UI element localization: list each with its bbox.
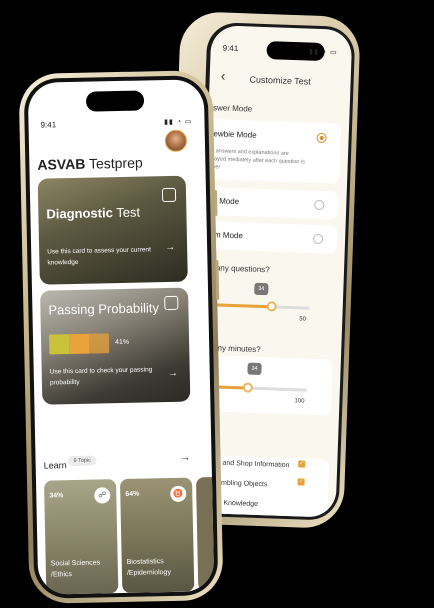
topic-name: Social Sciences /Ethics — [50, 559, 101, 579]
status-icons: ▮▮ ◔ ▭ — [164, 118, 193, 127]
option-description: rrect answers and explanations are displ… — [202, 148, 306, 171]
side-button — [213, 189, 218, 217]
status-icons: ▮▮ ◔ ▭ — [309, 48, 338, 57]
card-title: Diagnostic Test — [46, 205, 140, 222]
radio-icon[interactable] — [314, 199, 325, 211]
questions-slider-knob[interactable] — [266, 301, 278, 312]
lungs-icon: ♉ — [170, 485, 187, 503]
card-title-bold: Diagnostic — [46, 205, 114, 222]
passing-progress-bar — [48, 333, 110, 355]
questions-slider-tooltip: 34 — [254, 282, 269, 296]
card-description: Use this card to assess your current kno… — [47, 246, 151, 267]
arrow-right-icon[interactable]: → — [179, 452, 190, 464]
radio-selected-icon[interactable] — [316, 132, 327, 144]
answer-mode-heading: nswer Mode — [208, 103, 253, 114]
app-title: ASVAB Testprep — [37, 155, 143, 173]
card-description: Use this card to check your passing prob… — [49, 366, 153, 387]
radio-icon[interactable] — [312, 233, 324, 245]
page-title: Customize Test — [249, 74, 311, 87]
minutes-slider-knob[interactable] — [242, 382, 254, 393]
option-newbie-mode[interactable]: Newbie Mode rrect answers and explanatio… — [196, 118, 342, 184]
home-screen: 9:41 ▮▮ ◔ ▭ ASVAB Testprep Diagnostic Te… — [27, 79, 215, 595]
topic-percent: 64% — [125, 490, 140, 498]
arrow-right-icon[interactable]: → — [168, 368, 178, 379]
passing-percent: 41% — [115, 338, 130, 347]
status-time: 9:41 — [222, 43, 239, 54]
front-phone-screen: 9:41 ▮▮ ◔ ▭ ASVAB Testprep Diagnostic Te… — [23, 75, 219, 599]
questions-slider-max: 50 — [299, 316, 307, 323]
arrow-right-icon[interactable]: → — [165, 242, 175, 253]
avatar[interactable] — [164, 129, 188, 153]
option-label: Newbie Mode — [207, 129, 257, 140]
passing-probability-card[interactable]: Passing Probability 41% Use this card to… — [40, 287, 191, 405]
app-title-rest: Testprep — [85, 154, 143, 172]
app-title-bold: ASVAB — [37, 155, 86, 173]
minutes-slider-max: 100 — [294, 398, 305, 405]
checkbox-checked-icon[interactable]: ✓ — [298, 460, 306, 468]
brain-icon: ☍ — [94, 487, 111, 504]
status-time: 9:41 — [40, 120, 57, 130]
front-phone: 9:41 ▮▮ ◔ ▭ ASVAB Testprep Diagnostic Te… — [18, 70, 224, 604]
dynamic-island — [85, 90, 145, 112]
topic-card-biostatistics[interactable]: 64% ♉ Biostatistics /Epidemiology — [119, 477, 195, 594]
learn-heading: Learn — [43, 460, 67, 471]
topic-percent: 34% — [49, 492, 64, 500]
topic-card-partial[interactable] — [195, 475, 215, 592]
topic-card-social-sciences[interactable]: 34% ☍ Social Sciences /Ethics — [43, 479, 119, 595]
card-title-rest: Test — [112, 204, 141, 221]
edit-icon — [161, 187, 177, 203]
edit-icon — [164, 295, 179, 311]
topic-count-badge: 9 Topic — [67, 455, 98, 467]
topic-name: Biostatistics /Epidemiology — [126, 558, 171, 577]
checkbox-checked-icon[interactable]: ✓ — [297, 478, 305, 486]
minutes-slider-tooltip: 34 — [247, 362, 262, 376]
diagnostic-test-card[interactable]: Diagnostic Test Use this card to assess … — [37, 175, 188, 285]
card-title: Passing Probability — [48, 300, 160, 318]
